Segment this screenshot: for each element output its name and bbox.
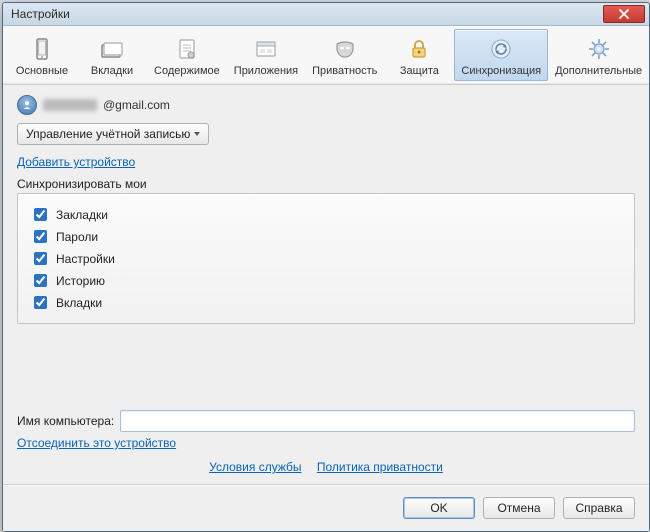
tab-apps[interactable]: Приложения	[227, 29, 305, 81]
tab-label: Вкладки	[91, 65, 133, 77]
checkbox-label: Историю	[56, 274, 105, 288]
tab-label: Приватность	[312, 65, 377, 77]
titlebar: Настройки	[3, 3, 649, 26]
checkbox-label: Вкладки	[56, 296, 102, 310]
tab-general[interactable]: Основные	[7, 29, 77, 81]
checkbox-label: Закладки	[56, 208, 108, 222]
checkbox-bookmarks[interactable]	[34, 208, 47, 221]
tab-content[interactable]: Содержимое	[147, 29, 227, 81]
checkbox-settings[interactable]	[34, 252, 47, 265]
sync-panel: @gmail.com Управление учётной записью До…	[3, 85, 649, 484]
add-device-link[interactable]: Добавить устройство	[17, 155, 135, 169]
email-user-obscured	[43, 99, 97, 111]
sync-heading: Синхронизировать мои	[17, 177, 635, 191]
computer-name-input[interactable]	[120, 410, 635, 432]
tab-label: Синхронизация	[461, 65, 541, 77]
computer-name-label: Имя компьютера:	[17, 414, 114, 428]
phone-icon	[28, 35, 56, 63]
checkbox-label: Настройки	[56, 252, 115, 266]
tab-security[interactable]: Защита	[384, 29, 454, 81]
window-icon	[252, 35, 280, 63]
sync-item-bookmarks: Закладки	[30, 205, 622, 224]
document-icon	[173, 35, 201, 63]
sync-item-passwords: Пароли	[30, 227, 622, 246]
category-toolbar: Основные Вкладки Содержимое Приложения П…	[3, 26, 649, 85]
dialog-footer: OK Отмена Справка	[3, 484, 649, 531]
tab-label: Основные	[16, 65, 68, 77]
tab-sync[interactable]: Синхронизация	[454, 29, 548, 81]
close-button[interactable]	[603, 5, 645, 23]
settings-window: Настройки Основные Вкладки Содержимое	[2, 2, 650, 532]
checkbox-history[interactable]	[34, 274, 47, 287]
tab-label: Дополнительные	[555, 65, 642, 77]
gear-icon	[585, 35, 613, 63]
sync-item-settings: Настройки	[30, 249, 622, 268]
tab-tabs[interactable]: Вкладки	[77, 29, 147, 81]
chevron-down-icon	[194, 132, 200, 136]
sync-item-history: Историю	[30, 271, 622, 290]
tab-label: Содержимое	[154, 65, 220, 77]
help-label: Справка	[575, 501, 622, 515]
computer-name-row: Имя компьютера:	[17, 410, 635, 432]
sync-icon	[487, 35, 515, 63]
checkbox-passwords[interactable]	[34, 230, 47, 243]
unlink-device-link[interactable]: Отсоединить это устройство	[17, 436, 176, 450]
checkbox-label: Пароли	[56, 230, 98, 244]
ok-label: OK	[430, 501, 447, 515]
sync-items-group: Закладки Пароли Настройки Историю Вкладк…	[17, 193, 635, 324]
tabs-icon	[98, 35, 126, 63]
tab-advanced[interactable]: Дополнительные	[548, 29, 649, 81]
ok-button[interactable]: OK	[403, 497, 475, 519]
sync-item-tabs: Вкладки	[30, 293, 622, 312]
manage-account-button[interactable]: Управление учётной записью	[17, 123, 209, 145]
tab-label: Защита	[400, 65, 439, 77]
account-line: @gmail.com	[17, 95, 635, 115]
checkbox-tabs[interactable]	[34, 296, 47, 309]
lock-icon	[405, 35, 433, 63]
policy-links: Условия службы Политика приватности	[17, 460, 635, 474]
cancel-button[interactable]: Отмена	[483, 497, 555, 519]
cancel-label: Отмена	[497, 501, 540, 515]
tab-label: Приложения	[234, 65, 298, 77]
avatar-icon	[17, 95, 37, 115]
help-button[interactable]: Справка	[563, 497, 635, 519]
email-suffix: @gmail.com	[103, 98, 170, 112]
window-title: Настройки	[11, 7, 603, 21]
privacy-link[interactable]: Политика приватности	[317, 460, 443, 474]
close-icon	[619, 9, 629, 19]
tab-privacy[interactable]: Приватность	[305, 29, 384, 81]
terms-link[interactable]: Условия службы	[209, 460, 301, 474]
mask-icon	[331, 35, 359, 63]
manage-account-label: Управление учётной записью	[26, 127, 190, 141]
